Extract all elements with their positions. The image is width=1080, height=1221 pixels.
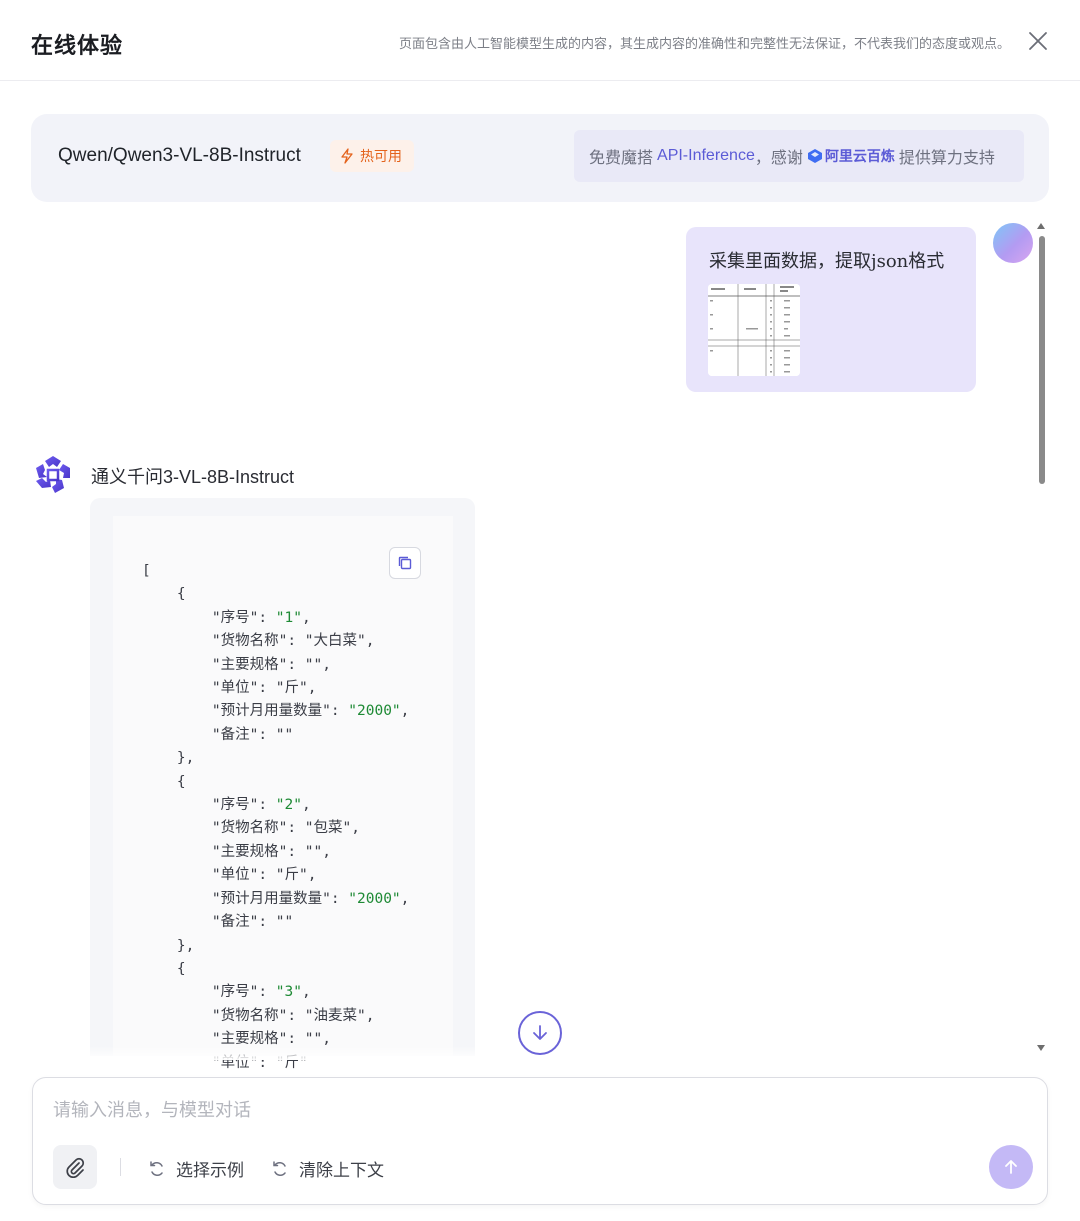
arrow-down-icon — [533, 1025, 547, 1040]
api-inference-link[interactable]: API-Inference — [657, 147, 755, 165]
json-code: [ { "序号": "1", "货物名称": "大白菜", "主要规格": ""… — [142, 563, 410, 1071]
json-key: "货物名称" — [211, 633, 288, 650]
json-key: "货物名称" — [211, 1007, 288, 1024]
json-key: "主要规格" — [211, 843, 288, 860]
api-suffix: 提供算力支持 — [898, 150, 995, 167]
scroll-to-bottom-button[interactable] — [518, 1011, 562, 1055]
brand-name: 阿里云百炼 — [824, 148, 895, 164]
json-key: "单位" — [211, 680, 259, 697]
lightning-icon — [341, 148, 353, 164]
json-key: "备注" — [211, 726, 259, 743]
refresh-icon — [150, 1160, 163, 1176]
message-composer: 选择示例 清除上下文 — [32, 1077, 1048, 1205]
scrollbar-thumb[interactable] — [1039, 236, 1045, 484]
json-key: "预计月用量数量" — [211, 890, 331, 907]
json-key: "主要规格" — [211, 1031, 288, 1048]
api-prefix: 免费魔搭 — [589, 150, 654, 167]
json-key: "序号" — [211, 797, 259, 814]
send-button[interactable] — [989, 1145, 1033, 1189]
json-key: "序号" — [211, 609, 259, 626]
json-key: "主要规格" — [211, 656, 288, 673]
attach-file-button[interactable] — [53, 1145, 97, 1189]
clear-context-button[interactable]: 清除上下文 — [271, 1156, 384, 1181]
api-inference-notice: 免费魔搭 API-Inference ，感谢 阿里云百炼 提供算力支持 — [574, 130, 1024, 182]
user-avatar — [993, 223, 1033, 263]
brand-mark-icon — [807, 149, 822, 163]
paperclip-icon — [66, 1157, 85, 1178]
qwen-logo-icon — [36, 456, 70, 493]
attached-image-thumbnail[interactable] — [708, 284, 800, 376]
page-title: 在线体验 — [31, 33, 124, 58]
code-fade — [90, 1046, 475, 1060]
close-icon[interactable] — [1028, 31, 1048, 51]
hot-badge-label: 热可用 — [360, 148, 402, 164]
json-key: "预计月用量数量" — [211, 703, 331, 720]
arrow-up-icon — [1005, 1160, 1017, 1174]
api-thanks: ，感谢 — [754, 150, 803, 167]
select-example-button[interactable]: 选择示例 — [148, 1156, 244, 1181]
json-key: "序号" — [211, 984, 259, 1001]
toolbar-divider — [120, 1158, 121, 1176]
refresh-icon — [273, 1160, 286, 1176]
ai-disclaimer: 页面包含由人工智能模型生成的内容，其生成内容的准确性和完整性无法保证，不代表我们… — [398, 36, 1010, 51]
user-message-text: 采集里面数据，提取json格式 — [709, 251, 945, 272]
brand-logo: 阿里云百炼 — [807, 146, 895, 166]
select-example-label: 选择示例 — [176, 1161, 244, 1180]
assistant-name: 通义千问3-VL-8B-Instruct — [91, 467, 295, 487]
json-key: "货物名称" — [211, 820, 288, 837]
scroll-down-arrow[interactable] — [1037, 1045, 1045, 1051]
scroll-up-arrow[interactable] — [1037, 223, 1045, 229]
clear-context-label: 清除上下文 — [299, 1161, 384, 1180]
message-input[interactable] — [53, 1096, 953, 1124]
code-line: [ — [142, 563, 151, 579]
user-message-bubble: 采集里面数据，提取json格式 — [686, 227, 976, 392]
hot-status-badge: 热可用 — [330, 140, 414, 172]
chat-panel: 在线体验 页面包含由人工智能模型生成的内容，其生成内容的准确性和完整性无法保证，… — [0, 0, 1080, 1221]
json-key: "单位" — [211, 867, 259, 884]
table-image-icon — [708, 284, 800, 376]
model-name: Qwen/Qwen3-VL-8B-Instruct — [58, 145, 301, 166]
header: 在线体验 页面包含由人工智能模型生成的内容，其生成内容的准确性和完整性无法保证，… — [0, 0, 1080, 81]
json-key: "备注" — [211, 914, 259, 931]
